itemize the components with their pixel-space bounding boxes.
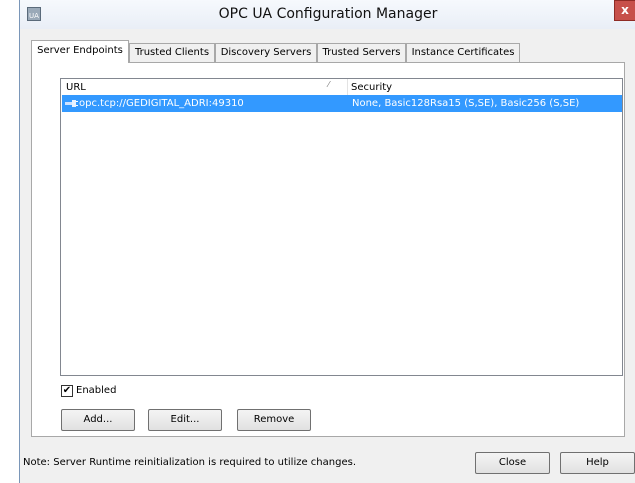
enabled-checkbox[interactable]: ✔ bbox=[61, 385, 73, 397]
tab-discovery-servers[interactable]: Discovery Servers bbox=[215, 43, 317, 62]
endpoint-url: opc.tcp://GEDIGITAL_ADRI:49310 bbox=[79, 98, 244, 109]
endpoints-list[interactable]: URL ⁄ Security opc.tcp://GEDIGITAL_ADRI:… bbox=[60, 78, 623, 376]
column-divider[interactable] bbox=[347, 79, 348, 95]
close-button[interactable]: Close bbox=[475, 452, 550, 474]
server-endpoints-panel: URL ⁄ Security opc.tcp://GEDIGITAL_ADRI:… bbox=[31, 62, 625, 437]
endpoint-plug-icon bbox=[65, 100, 78, 107]
tab-server-endpoints[interactable]: Server Endpoints bbox=[31, 40, 129, 63]
enabled-label[interactable]: Enabled bbox=[76, 385, 116, 397]
sort-indicator-icon: ⁄ bbox=[328, 80, 330, 89]
tab-trusted-servers[interactable]: Trusted Servers bbox=[317, 43, 406, 62]
column-header-url[interactable]: URL bbox=[66, 80, 86, 95]
window-title: OPC UA Configuration Manager bbox=[218, 6, 438, 22]
close-window-button[interactable]: x bbox=[614, 0, 635, 21]
list-header: URL ⁄ Security bbox=[61, 79, 622, 95]
tab-trusted-clients[interactable]: Trusted Clients bbox=[129, 43, 215, 62]
endpoint-security: None, Basic128Rsa15 (S,SE), Basic256 (S,… bbox=[352, 98, 580, 109]
main-window: UA OPC UA Configuration Manager x Server… bbox=[19, 0, 635, 483]
footer-note: Note: Server Runtime reinitialization is… bbox=[23, 457, 356, 468]
title-bar[interactable]: UA OPC UA Configuration Manager x bbox=[20, 0, 635, 29]
help-button[interactable]: Help bbox=[560, 452, 635, 474]
list-item[interactable]: opc.tcp://GEDIGITAL_ADRI:49310 None, Bas… bbox=[62, 95, 622, 112]
edit-button[interactable]: Edit... bbox=[148, 409, 222, 431]
add-button[interactable]: Add... bbox=[61, 409, 135, 431]
column-header-security[interactable]: Security bbox=[351, 80, 392, 95]
tab-instance-certificates[interactable]: Instance Certificates bbox=[406, 43, 520, 62]
remove-button[interactable]: Remove bbox=[237, 409, 311, 431]
